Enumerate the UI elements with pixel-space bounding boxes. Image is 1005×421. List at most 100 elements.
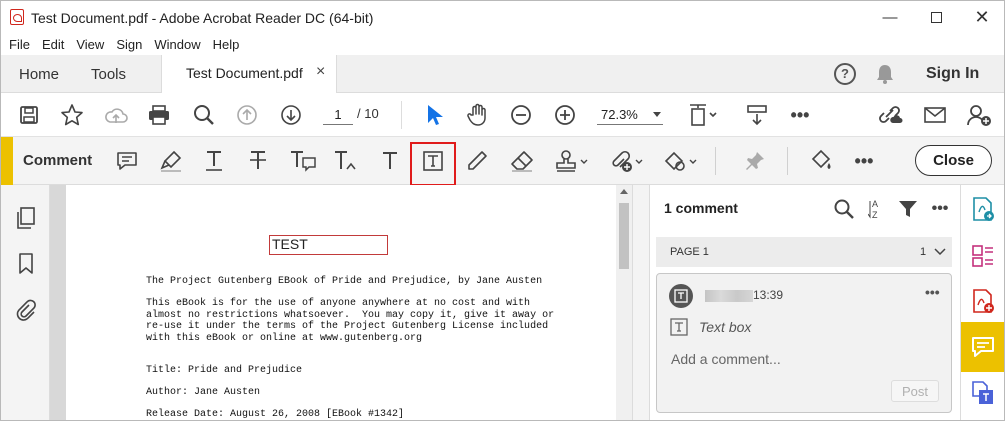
pin-icon[interactable] xyxy=(739,145,771,177)
menu-sign[interactable]: Sign xyxy=(116,37,142,52)
organize-pages-icon[interactable] xyxy=(967,240,999,272)
zoom-level-value: 72.3% xyxy=(601,107,638,122)
acrobat-window: Test Document.pdf - Adobe Acrobat Reader… xyxy=(0,0,1005,421)
select-cursor-icon[interactable] xyxy=(418,99,450,131)
zoom-out-icon[interactable] xyxy=(505,99,537,131)
tab-bar: Home Tools Test Document.pdf × ? Sign In xyxy=(1,55,1004,94)
text-box-tool-highlight xyxy=(410,142,456,186)
menu-help[interactable]: Help xyxy=(213,37,240,52)
pane-divider[interactable] xyxy=(632,185,650,420)
maximize-button[interactable] xyxy=(913,1,959,34)
convert-pdf-icon[interactable] xyxy=(967,377,999,409)
close-comment-button[interactable]: Close xyxy=(915,145,992,176)
right-tools-rail xyxy=(960,185,1004,420)
vertical-scrollbar[interactable] xyxy=(616,185,632,420)
comment-options-icon[interactable]: ••• xyxy=(925,284,940,300)
comment-count: 1 comment xyxy=(664,200,738,216)
more-comment-tools-icon[interactable]: ••• xyxy=(848,145,880,177)
text-box-comment-avatar xyxy=(669,284,693,308)
strikethrough-text-icon[interactable] xyxy=(242,145,274,177)
add-comment-input[interactable]: Add a comment... xyxy=(671,351,781,367)
share-link-icon[interactable] xyxy=(874,99,906,131)
menu-window[interactable]: Window xyxy=(154,37,200,52)
pdf-page[interactable]: TEST The Project Gutenberg EBook of Prid… xyxy=(66,185,616,420)
comment-toolbar-label: Comment xyxy=(23,152,93,169)
scroll-up-arrow-icon[interactable] xyxy=(620,189,628,194)
scrollbar-thumb[interactable] xyxy=(619,203,629,269)
post-button[interactable]: Post xyxy=(891,380,939,402)
chevron-down-icon xyxy=(934,248,946,256)
text-box-annotation[interactable]: TEST xyxy=(269,235,388,255)
window-title: Test Document.pdf - Adobe Acrobat Reader… xyxy=(31,10,374,26)
title-bar: Test Document.pdf - Adobe Acrobat Reader… xyxy=(1,1,1004,34)
shapes-icon[interactable] xyxy=(661,145,701,177)
create-pdf-icon[interactable] xyxy=(967,285,999,317)
stamp-icon[interactable] xyxy=(552,145,592,177)
sticky-note-icon[interactable] xyxy=(111,145,143,177)
print-icon[interactable] xyxy=(143,99,175,131)
zoom-level-select[interactable]: 72.3% xyxy=(597,105,663,125)
search-icon[interactable] xyxy=(832,197,856,221)
page-group-count: 1 xyxy=(920,246,927,258)
document-viewport[interactable]: TEST The Project Gutenberg EBook of Prid… xyxy=(50,185,616,420)
more-tools-icon[interactable]: ••• xyxy=(784,99,816,131)
toolbar-divider xyxy=(787,147,788,175)
zoom-in-icon[interactable] xyxy=(549,99,581,131)
tab-document[interactable]: Test Document.pdf × xyxy=(161,55,337,94)
filter-icon[interactable] xyxy=(896,197,920,221)
help-icon[interactable]: ? xyxy=(834,63,856,85)
text-box-icon xyxy=(670,318,688,336)
color-fill-icon[interactable] xyxy=(805,145,837,177)
search-zoom-icon[interactable] xyxy=(188,99,220,131)
page-group-label: PAGE 1 xyxy=(670,246,709,258)
main-toolbar: 1 / 10 72.3% ••• xyxy=(1,93,1004,137)
toolbar-divider xyxy=(715,147,716,175)
save-icon[interactable] xyxy=(13,99,45,131)
menu-edit[interactable]: Edit xyxy=(42,37,64,52)
underline-text-icon[interactable] xyxy=(198,145,230,177)
redacted-author-name xyxy=(705,290,753,302)
close-window-button[interactable]: ✕ xyxy=(959,1,1004,34)
hand-tool-icon[interactable] xyxy=(462,99,494,131)
page-thumbnails-icon[interactable] xyxy=(11,203,41,233)
tab-home[interactable]: Home xyxy=(19,55,59,93)
next-page-icon[interactable] xyxy=(275,99,307,131)
fit-page-icon[interactable] xyxy=(687,99,719,131)
comment-tool-icon[interactable] xyxy=(961,322,1004,372)
eraser-icon[interactable] xyxy=(506,145,538,177)
pencil-icon[interactable] xyxy=(461,145,493,177)
document-release-line: Release Date: August 26, 2008 [EBook #13… xyxy=(146,409,405,420)
attachments-icon[interactable] xyxy=(11,295,41,325)
export-pdf-icon[interactable] xyxy=(967,193,999,225)
sort-az-icon[interactable]: AZ xyxy=(864,197,888,221)
cloud-upload-icon[interactable] xyxy=(100,99,132,131)
comment-toolbar: Comment ••• Close xyxy=(1,137,1004,186)
menu-file[interactable]: File xyxy=(9,37,30,52)
close-tab-icon[interactable]: × xyxy=(316,63,325,81)
tab-tools[interactable]: Tools xyxy=(91,55,126,93)
replace-text-icon[interactable] xyxy=(287,145,319,177)
highlight-icon[interactable] xyxy=(155,145,187,177)
more-options-icon[interactable]: ••• xyxy=(928,197,952,221)
page-number-input[interactable]: 1 xyxy=(323,105,353,125)
sign-in-button[interactable]: Sign In xyxy=(926,55,979,93)
insert-text-icon[interactable] xyxy=(331,145,363,177)
menu-view[interactable]: View xyxy=(76,37,104,52)
bell-icon[interactable] xyxy=(875,63,895,85)
star-icon[interactable] xyxy=(56,99,88,131)
page-group-header[interactable]: PAGE 1 1 xyxy=(656,237,952,267)
comment-card[interactable]: 13:39 ••• Text box Add a comment... Post xyxy=(656,273,952,413)
comment-type-label: Text box xyxy=(699,319,752,335)
comment-time: 13:39 xyxy=(753,288,784,302)
svg-text:Z: Z xyxy=(872,210,878,220)
add-user-icon[interactable] xyxy=(963,99,995,131)
email-icon[interactable] xyxy=(919,99,951,131)
previous-page-icon[interactable] xyxy=(231,99,263,131)
minimize-button[interactable]: — xyxy=(867,1,913,34)
add-text-icon[interactable] xyxy=(374,145,406,177)
chevron-down-icon xyxy=(653,112,661,117)
accent-bar xyxy=(1,137,13,185)
attach-file-icon[interactable] xyxy=(607,145,647,177)
bookmarks-icon[interactable] xyxy=(11,249,41,279)
scroll-mode-icon[interactable] xyxy=(741,99,773,131)
